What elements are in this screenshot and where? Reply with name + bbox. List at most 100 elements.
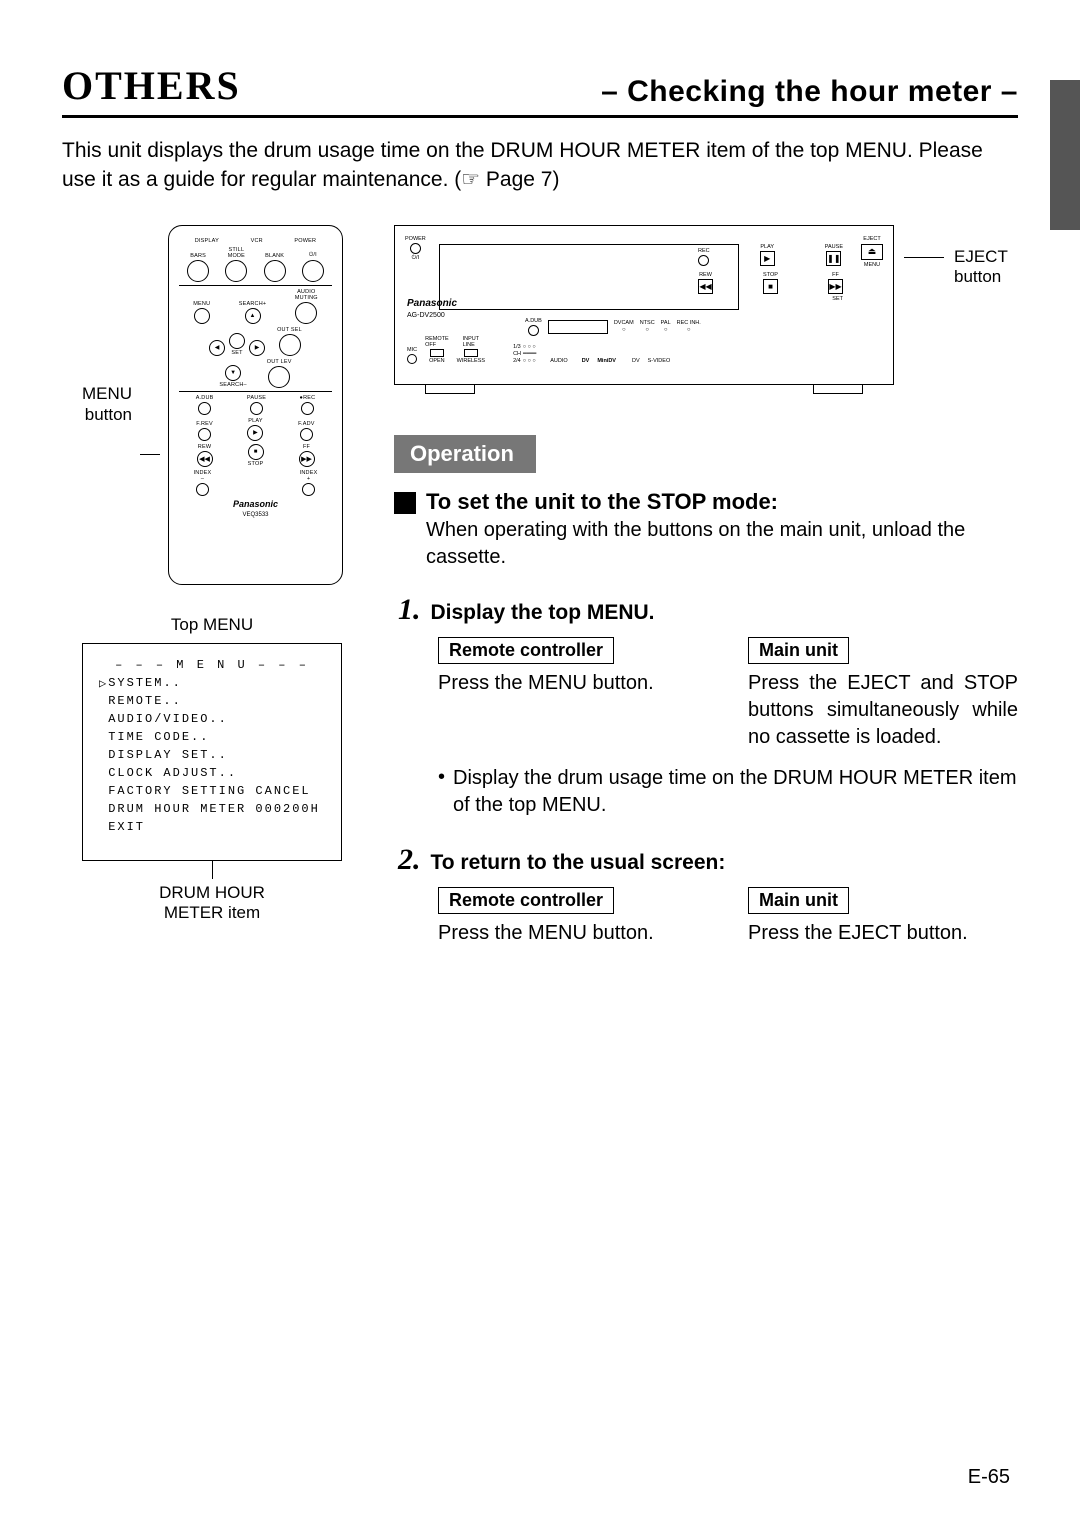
mute-button[interactable] <box>295 302 317 324</box>
indexp-button[interactable] <box>302 483 315 496</box>
remote-side-label: MENU button <box>62 384 132 425</box>
thumb-tab <box>1050 80 1080 230</box>
remote-box-label: Remote controller <box>438 637 614 664</box>
lbl-rew: REW <box>198 444 211 450</box>
menu-item: TIME CODE.. <box>93 728 331 746</box>
lbl-indexp: INDEX + <box>300 470 318 482</box>
lbl-stop: STOP <box>248 461 264 467</box>
adub-button[interactable] <box>198 402 211 415</box>
lbl-deck-menu: MENU <box>864 262 880 268</box>
stop-mode-desc: When operating with the buttons on the m… <box>426 517 1018 571</box>
deck-play[interactable]: ▶ <box>760 251 775 266</box>
still-button[interactable] <box>225 260 247 282</box>
lbl-oi: ⏻/I <box>309 252 317 259</box>
deck-pause[interactable]: ❚❚ <box>826 251 841 266</box>
deck-rew[interactable]: ◀◀ <box>698 279 713 294</box>
menu-item: EXIT <box>93 818 331 836</box>
frev-button[interactable] <box>198 428 211 441</box>
menu-item: DISPLAY SET.. <box>93 746 331 764</box>
lbl-outlev: OUT LEV <box>267 359 292 365</box>
play-button[interactable]: ▶ <box>247 425 263 441</box>
deck-power-button[interactable] <box>410 243 421 254</box>
eject-button[interactable]: ⏏ <box>861 244 883 260</box>
ff-button[interactable]: ▶▶ <box>299 451 315 467</box>
main-unit: POWER ⏻/I EJECT ⏏ MENU Panasonic AG-DV25… <box>394 225 894 385</box>
remote-diagram: MENU button DISPLAY VCR POWER BARS STILL… <box>62 225 362 585</box>
menu-item: AUDIO/VIDEO.. <box>93 710 331 728</box>
fadv-button[interactable] <box>300 428 313 441</box>
lbl-bars: BARS <box>190 253 206 259</box>
lbl-vcr: VCR <box>251 238 263 244</box>
top-menu-screen: – – – M E N U – – – ▷SYSTEM.. REMOTE.. A… <box>82 643 342 861</box>
bars-button[interactable] <box>187 260 209 282</box>
up-button[interactable]: ▲ <box>245 308 261 324</box>
lbl-power: POWER <box>294 238 316 244</box>
step-2: 2. To return to the usual screen: Remote… <box>394 843 1018 947</box>
indexm-button[interactable] <box>196 483 209 496</box>
lbl-outsel: OUT SEL <box>277 327 302 333</box>
power-button[interactable] <box>302 260 324 282</box>
lbl-fadv: F.ADV <box>298 421 315 427</box>
lbl-play: PLAY <box>248 418 262 424</box>
rew-button[interactable]: ◀◀ <box>197 451 213 467</box>
lbl-searchm: SEARCH– <box>219 382 246 388</box>
lead-line <box>140 454 160 455</box>
lbl-ff: FF <box>303 444 310 450</box>
deck-stop[interactable]: ■ <box>763 279 778 294</box>
bullet-icon: • <box>438 767 445 819</box>
step-title: Display the top MENU. <box>431 601 655 625</box>
menu-item: ▷SYSTEM.. <box>93 674 331 692</box>
down-button[interactable]: ▼ <box>225 365 241 381</box>
lbl-pause: PAUSE <box>247 395 266 401</box>
menu-item: REMOTE.. <box>93 692 331 710</box>
lbl-set: SET <box>231 350 242 356</box>
remote-instruction: Press the MENU button. <box>438 920 708 947</box>
remote-box-label: Remote controller <box>438 887 614 914</box>
model-label: VEQ3533 <box>242 512 268 518</box>
set-button[interactable] <box>229 333 245 349</box>
lbl-still: STILL MODE <box>228 247 245 259</box>
right-button[interactable]: ▶ <box>249 340 265 356</box>
deck-rec[interactable] <box>698 255 709 266</box>
lbl-frev: F.REV <box>196 421 213 427</box>
lbl-power-deck: POWER <box>405 236 426 242</box>
top-menu-diagram: Top MENU – – – M E N U – – – ▷SYSTEM.. R… <box>82 615 342 923</box>
blank-button[interactable] <box>264 260 286 282</box>
deck-model: AG-DV2500 <box>407 312 445 319</box>
main-instruction: Press the EJECT and STOP buttons simulta… <box>748 670 1018 751</box>
deck-diagram: POWER ⏻/I EJECT ⏏ MENU Panasonic AG-DV25… <box>394 225 1018 385</box>
adub-led <box>528 325 539 336</box>
lbl-deck-set: SET <box>698 296 843 302</box>
lbl-menu: MENU <box>193 301 210 307</box>
left-button[interactable]: ◀ <box>209 340 225 356</box>
outsel-button[interactable] <box>279 334 301 356</box>
main-box-label: Main unit <box>748 637 849 664</box>
menu-button[interactable] <box>194 308 210 324</box>
deck-brand: Panasonic <box>407 298 457 309</box>
lbl-oi-deck: ⏻/I <box>412 255 419 262</box>
rec-button[interactable] <box>301 402 314 415</box>
step-bullet: Display the drum usage time on the DRUM … <box>453 765 1018 819</box>
page-number: E-65 <box>968 1466 1010 1489</box>
remote-controller: DISPLAY VCR POWER BARS STILL MODE BLANK … <box>168 225 343 585</box>
eject-side-label: EJECT button <box>954 225 1008 288</box>
deck-ff[interactable]: ▶▶ <box>828 279 843 294</box>
stop-button[interactable]: ■ <box>248 444 264 460</box>
lbl-display: DISPLAY <box>195 238 219 244</box>
step-number: 2. <box>398 843 421 877</box>
lbl-adub: A.DUB <box>196 395 214 401</box>
outlev-button[interactable] <box>268 366 290 388</box>
brand-label: Panasonic <box>233 499 278 509</box>
main-instruction: Press the EJECT button. <box>748 920 1018 947</box>
deck-leds: A.DUB DVCAM○ NTSC○ PAL○ REC INH.○ <box>525 318 701 336</box>
pause-button[interactable] <box>250 402 263 415</box>
lbl-indexm: INDEX – <box>194 470 212 482</box>
remote-instruction: Press the MENU button. <box>438 670 708 697</box>
lbl-eject: EJECT <box>863 236 880 242</box>
lbl-rec: REC <box>303 395 315 401</box>
operation-heading: Operation <box>394 435 536 473</box>
square-bullet-icon <box>394 492 416 514</box>
intro-text: This unit displays the drum usage time o… <box>62 136 1018 195</box>
cassette-slot <box>439 244 739 310</box>
lbl-searchp: SEARCH+ <box>239 301 267 307</box>
